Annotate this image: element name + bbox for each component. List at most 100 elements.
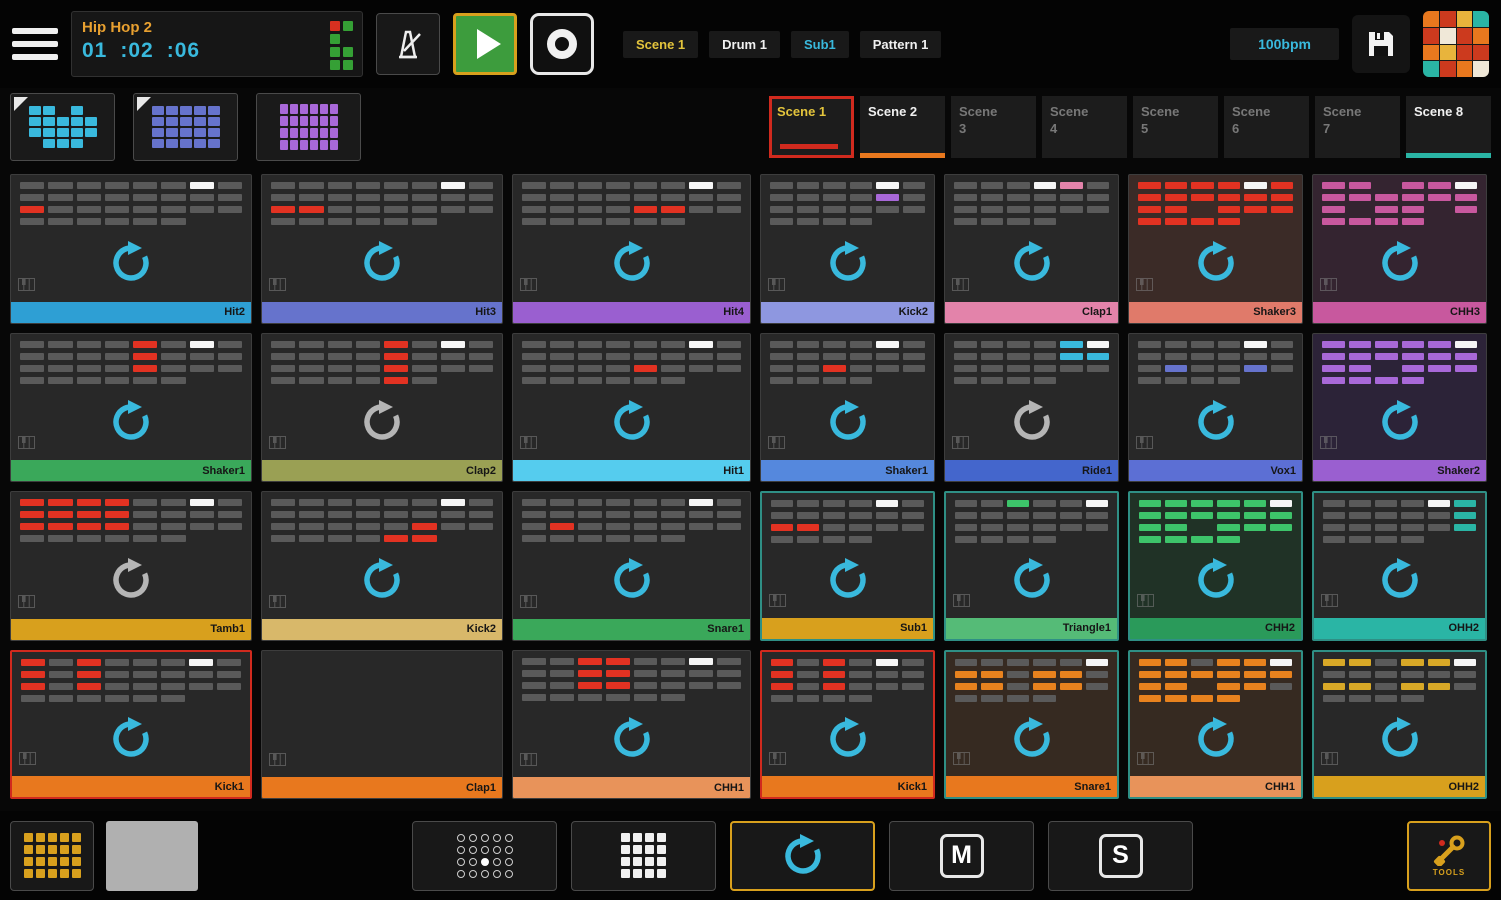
scene-tab-2[interactable]: Scene 2: [860, 96, 945, 158]
mini-keyboard-icon: [269, 436, 286, 454]
loop-icon[interactable]: [1194, 241, 1238, 285]
breadcrumb-item-4[interactable]: Pattern 1: [860, 31, 942, 58]
pattern-cell-clap2-8[interactable]: Clap2: [261, 333, 503, 483]
pattern-cell-chh1-23[interactable]: CHH1: [512, 650, 751, 800]
loop-icon[interactable]: [109, 400, 153, 444]
step-dash: [48, 182, 72, 189]
scene-tab-8[interactable]: Scene 8: [1406, 96, 1491, 158]
pattern-cell-chh1-26[interactable]: CHH1: [1128, 650, 1303, 800]
loop-icon[interactable]: [1194, 400, 1238, 444]
pattern-cell-chh2-19[interactable]: CHH2: [1128, 491, 1303, 641]
empty-bank-button[interactable]: [106, 821, 198, 891]
loop-icon[interactable]: [360, 400, 404, 444]
step-dash: [190, 182, 214, 189]
pattern-cell-hit4-2[interactable]: Hit4: [512, 174, 751, 324]
tools-button[interactable]: TOOLS: [1407, 821, 1491, 891]
loop-icon[interactable]: [826, 717, 870, 761]
loop-icon[interactable]: [1010, 241, 1054, 285]
loop-icon[interactable]: [1378, 400, 1422, 444]
pattern-bank-button[interactable]: [10, 821, 94, 891]
loop-icon[interactable]: [610, 558, 654, 602]
logo-tile: [1473, 61, 1489, 77]
step-dash: [1139, 683, 1161, 690]
loop-icon[interactable]: [610, 241, 654, 285]
record-button[interactable]: [530, 13, 594, 75]
song-info-panel[interactable]: Hip Hop 2 01 :02 :06: [71, 11, 363, 77]
metronome-button[interactable]: [376, 13, 440, 75]
pattern-cell-tamb1-14[interactable]: Tamb1: [10, 491, 252, 641]
pattern-cell-kick1-24[interactable]: Kick1: [760, 650, 935, 800]
pattern-cell-ohh2-27[interactable]: OHH2: [1312, 650, 1487, 800]
scene-tab-6[interactable]: Scene 6: [1224, 96, 1309, 158]
loop-icon[interactable]: [1194, 717, 1238, 761]
pattern-cell-kick1-21[interactable]: Kick1: [10, 650, 252, 800]
menu-button[interactable]: [12, 28, 58, 60]
step-dash: [384, 194, 408, 201]
pattern-cell-hit1-9[interactable]: Hit1: [512, 333, 751, 483]
pattern-cell-sub1-17[interactable]: Sub1: [760, 491, 935, 641]
pads-view-button[interactable]: [412, 821, 557, 891]
step-dash: [469, 511, 493, 518]
scene-tab-3[interactable]: Scene 3: [951, 96, 1036, 158]
pattern-cell-clap1-4[interactable]: Clap1: [944, 174, 1119, 324]
pattern-cell-ride1-11[interactable]: Ride1: [944, 333, 1119, 483]
step-dash: [1007, 500, 1029, 507]
mute-button[interactable]: M: [889, 821, 1034, 891]
scene-tab-7[interactable]: Scene 7: [1315, 96, 1400, 158]
step-grid: [513, 651, 750, 701]
loop-icon[interactable]: [1194, 558, 1238, 602]
loop-icon[interactable]: [1378, 241, 1422, 285]
pattern-cell-chh3-6[interactable]: CHH3: [1312, 174, 1487, 324]
bpm-display[interactable]: 100bpm: [1230, 28, 1339, 60]
loop-icon[interactable]: [360, 558, 404, 602]
pattern-cell-snare1-16[interactable]: Snare1: [512, 491, 751, 641]
pattern-cell-clap1-22[interactable]: Clap1: [261, 650, 503, 800]
loop-icon[interactable]: [610, 400, 654, 444]
pattern-cell-kick2-3[interactable]: Kick2: [760, 174, 935, 324]
loop-icon[interactable]: [1378, 717, 1422, 761]
loop-icon[interactable]: [826, 241, 870, 285]
breadcrumb-item-3[interactable]: Sub1: [791, 31, 849, 58]
scene-tab-1[interactable]: Scene 1: [769, 96, 854, 158]
pattern-cell-shaker1-10[interactable]: Shaker1: [760, 333, 935, 483]
pattern-cell-shaker3-5[interactable]: Shaker3: [1128, 174, 1303, 324]
pattern-slot-button-2[interactable]: [133, 93, 238, 161]
loop-icon[interactable]: [109, 241, 153, 285]
pattern-cell-snare1-25[interactable]: Snare1: [944, 650, 1119, 800]
step-dash: [20, 353, 44, 360]
loop-icon[interactable]: [109, 558, 153, 602]
loop-icon[interactable]: [109, 717, 153, 761]
pattern-cell-kick2-15[interactable]: Kick2: [261, 491, 503, 641]
step-grid: [945, 334, 1118, 384]
pattern-cell-hit2-0[interactable]: Hit2: [10, 174, 252, 324]
pattern-cell-shaker2-13[interactable]: Shaker2: [1312, 333, 1487, 483]
pattern-cell-shaker1-7[interactable]: Shaker1: [10, 333, 252, 483]
pattern-slot-button-3[interactable]: [256, 93, 361, 161]
loop-mode-button[interactable]: [730, 821, 875, 891]
loop-icon[interactable]: [1378, 558, 1422, 602]
scene-tab-4[interactable]: Scene 4: [1042, 96, 1127, 158]
loop-icon[interactable]: [826, 558, 870, 602]
save-button[interactable]: [1352, 15, 1410, 73]
scene-tab-5[interactable]: Scene 5: [1133, 96, 1218, 158]
loop-icon[interactable]: [1010, 558, 1054, 602]
breadcrumb-item-2[interactable]: Drum 1: [709, 31, 780, 58]
step-dash: [328, 499, 352, 506]
pattern-slot-button-1[interactable]: [10, 93, 115, 161]
pattern-cell-hit3-1[interactable]: Hit3: [261, 174, 503, 324]
pattern-cell-vox1-12[interactable]: Vox1: [1128, 333, 1303, 483]
step-dash: [954, 365, 977, 372]
solo-button[interactable]: S: [1048, 821, 1193, 891]
pattern-cell-ohh2-20[interactable]: OHH2: [1312, 491, 1487, 641]
loop-icon[interactable]: [1010, 717, 1054, 761]
loop-icon[interactable]: [610, 717, 654, 761]
grid-view-button[interactable]: [571, 821, 716, 891]
app-logo[interactable]: [1423, 11, 1489, 77]
pattern-cell-triangle1-18[interactable]: Triangle1: [944, 491, 1119, 641]
step-dash: [522, 511, 546, 518]
loop-icon[interactable]: [360, 241, 404, 285]
loop-icon[interactable]: [826, 400, 870, 444]
play-button[interactable]: [453, 13, 517, 75]
breadcrumb-item-1[interactable]: Scene 1: [623, 31, 698, 58]
loop-icon[interactable]: [1010, 400, 1054, 444]
